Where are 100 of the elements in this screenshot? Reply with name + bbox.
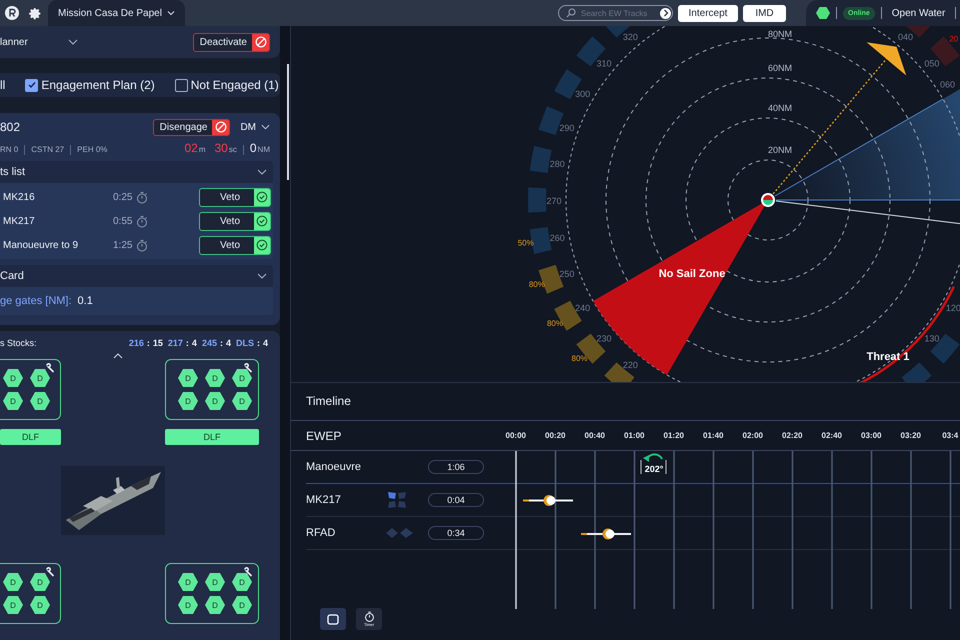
level-label: 20: [949, 34, 958, 44]
stopwatch-icon: [364, 611, 374, 622]
launcher-box[interactable]: D D D D: [0, 563, 61, 624]
stock-separator: :: [146, 338, 150, 348]
veto-button[interactable]: Veto: [199, 212, 271, 230]
stock-label: 216: [128, 338, 144, 348]
countdown-value: 02: [184, 141, 198, 155]
range-label: 60NM: [768, 63, 792, 73]
tube-button[interactable]: DLF: [165, 429, 259, 445]
scrollbar-thumb[interactable]: [287, 64, 289, 180]
row-label: Manoeuvre: [306, 461, 362, 473]
bearing-label: 280: [550, 158, 565, 169]
stock-separator: :: [256, 338, 260, 348]
chevron-down-icon[interactable]: [257, 169, 267, 175]
missile-cell: D: [3, 596, 23, 614]
square-tool-button[interactable]: [320, 608, 346, 630]
time-tick: 02:00: [742, 431, 764, 440]
settings-icon[interactable]: [29, 6, 42, 20]
deactivate-button[interactable]: Deactivate: [192, 32, 270, 52]
toolbar-button[interactable]: Intercept: [678, 4, 738, 22]
missile-cell: D: [178, 596, 198, 614]
section-title: EWEP: [305, 428, 342, 442]
bearing-label: 060: [940, 79, 955, 90]
check-circle-icon: [254, 212, 270, 230]
wrench-icon[interactable]: [243, 567, 253, 577]
section-header[interactable]: Card: [0, 265, 273, 287]
check-circle-icon: [254, 236, 270, 254]
bearing-label: 240: [575, 303, 590, 313]
stock-label: 217: [168, 338, 183, 348]
missile-cell: D: [30, 573, 50, 591]
veto-button[interactable]: Veto: [199, 188, 271, 206]
tube-button[interactable]: DLF: [0, 429, 61, 445]
duration-badge: 1:06: [428, 460, 484, 474]
bearing-label: 230: [596, 334, 612, 344]
fan-icon: [386, 490, 408, 510]
countdown-unit: sc: [228, 145, 237, 154]
time-tick: 00:00: [504, 431, 527, 440]
checkbox-label[interactable]: Not Engaged (1): [190, 78, 279, 92]
section-header[interactable]: ts list: [0, 161, 273, 183]
bearing-label: 310: [596, 58, 612, 68]
countdown-unit: NM: [258, 145, 270, 154]
event-time: 0:25: [113, 192, 132, 202]
missile-cell: D: [232, 392, 252, 410]
missile-cell: D: [3, 573, 23, 591]
missile-cell: D: [205, 392, 225, 410]
checkbox[interactable]: [25, 78, 38, 92]
launcher-box[interactable]: D D D D D D: [165, 359, 259, 420]
toolbar-button[interactable]: IMD: [743, 4, 786, 22]
disengage-button[interactable]: Disengage: [152, 118, 230, 136]
stocks-title: s Stocks:: [0, 338, 37, 348]
event-time: 0:55: [113, 216, 132, 226]
missile-cell: D: [30, 369, 50, 387]
countdown-value: 30: [214, 141, 228, 155]
wrench-icon[interactable]: [45, 363, 55, 373]
bearing-label: 250: [559, 269, 574, 280]
event-bar[interactable]: [581, 528, 631, 540]
ownship-marker[interactable]: [761, 193, 775, 207]
missile-cell: D: [178, 573, 198, 591]
bearing-label: 290: [559, 122, 574, 133]
countdown-value: 0: [250, 141, 257, 155]
launcher-box[interactable]: D D D D: [0, 359, 61, 420]
chevron-down-icon[interactable]: [68, 39, 78, 45]
mode-dropdown[interactable]: DM: [240, 122, 270, 132]
time-tick: 01:40: [702, 431, 724, 440]
wrench-icon[interactable]: [45, 567, 55, 577]
chevron-up-icon[interactable]: [113, 353, 123, 359]
filter-label[interactable]: ll: [0, 78, 6, 92]
field-label: ge gates [NM]:: [0, 295, 72, 307]
wrench-icon[interactable]: [243, 363, 253, 373]
checkbox[interactable]: [174, 78, 188, 92]
check-icon: [26, 80, 37, 90]
time-tick: 01:20: [662, 431, 685, 440]
stock-label: DLS: [236, 338, 254, 348]
duration-badge: 0:04: [428, 493, 484, 507]
time-tick: 01:00: [623, 431, 646, 440]
bearing-label: 320: [622, 32, 638, 42]
missile-cell: D: [178, 369, 198, 387]
event-name: MK216: [2, 192, 36, 202]
missile-cell: D: [30, 596, 50, 614]
check-circle-icon: [254, 188, 270, 206]
track-stat: PEH 0%: [77, 145, 108, 154]
chevron-down-icon[interactable]: [257, 273, 267, 279]
launcher-box[interactable]: D D D D D D: [165, 563, 259, 624]
missile-cell: D: [3, 369, 23, 387]
event-name: Manoueuvre to 9: [2, 240, 80, 250]
range-label: 80NM: [768, 29, 792, 39]
checkbox-label[interactable]: Engagement Plan (2): [41, 78, 155, 92]
countdown-unit: m: [198, 145, 206, 154]
veto-button[interactable]: Veto: [199, 236, 271, 254]
mission-tab[interactable]: Mission Casa De Papel: [48, 0, 185, 26]
event-bar[interactable]: [523, 495, 573, 506]
event-time: 1:25: [113, 240, 132, 250]
section-title: Card: [0, 270, 24, 282]
time-tick: 00:20: [544, 431, 566, 440]
time-tick: 03:4: [941, 431, 960, 440]
arrow-right-icon[interactable]: [660, 8, 671, 18]
time-tick: 02:20: [781, 431, 804, 440]
missile-cell: D: [205, 573, 225, 591]
search-field[interactable]: Search EW Tracks: [558, 5, 673, 21]
mode-label: Open Water: [892, 8, 946, 18]
